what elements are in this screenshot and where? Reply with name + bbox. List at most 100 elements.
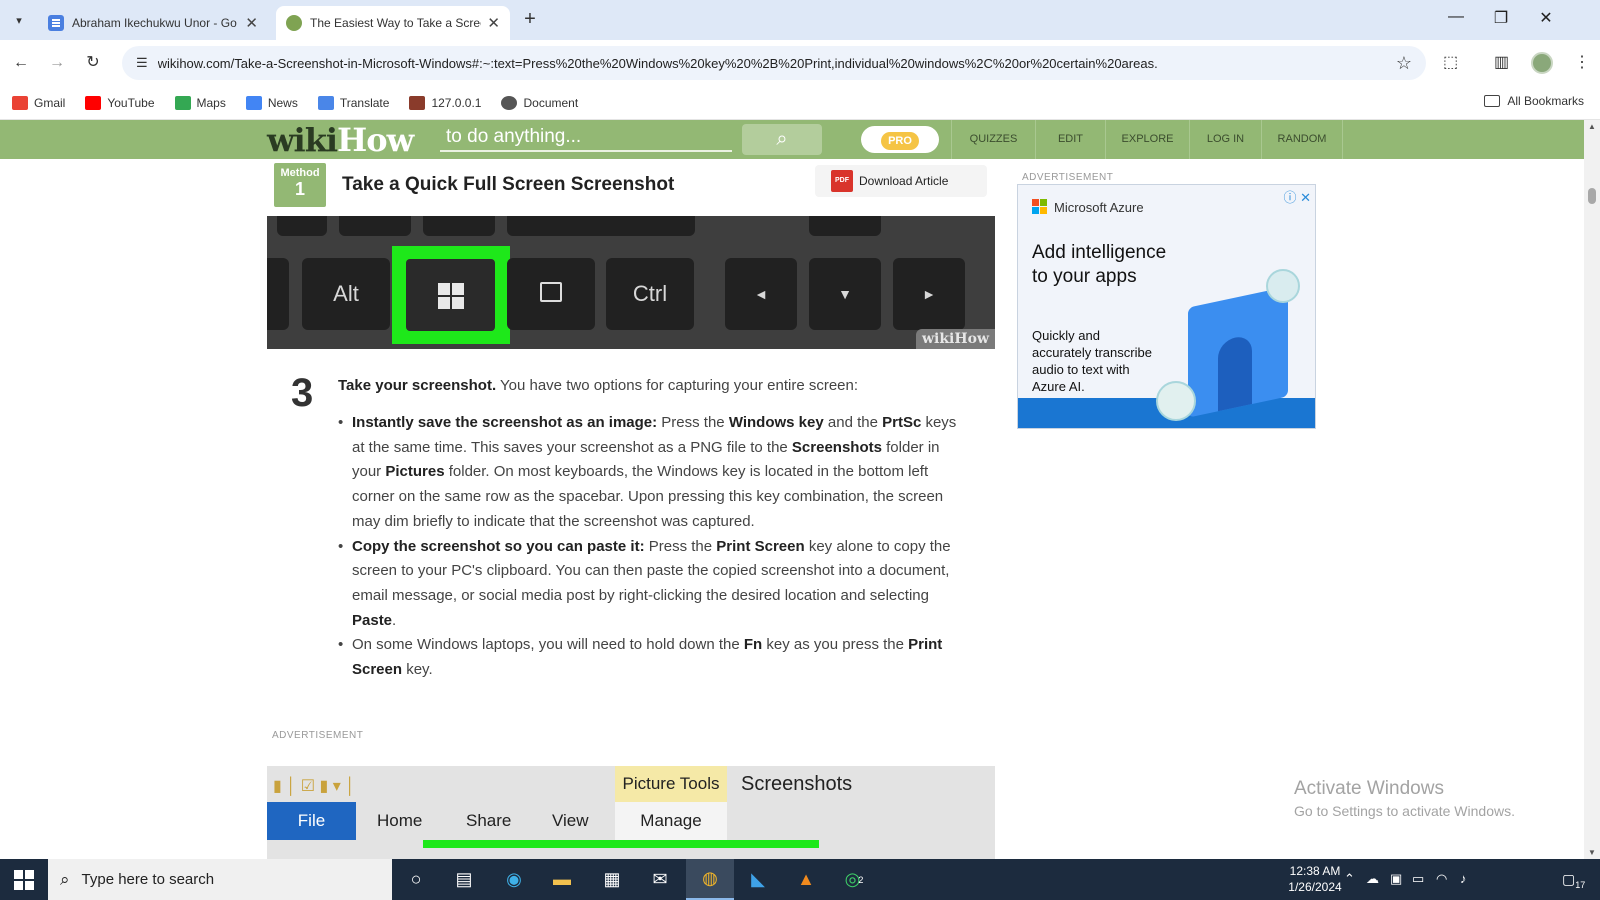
nav-edit[interactable]: EDIT bbox=[1035, 120, 1105, 159]
windows-key-highlight bbox=[392, 246, 510, 344]
taskbar-search-box[interactable]: ⌕ Type here to search bbox=[48, 859, 392, 900]
bookmark-star-icon[interactable]: ☆ bbox=[1396, 53, 1412, 74]
bookmark-translate[interactable]: Translate bbox=[317, 95, 390, 110]
minimize-icon[interactable]: — bbox=[1436, 8, 1476, 26]
scroll-thumb[interactable] bbox=[1588, 188, 1596, 204]
bookmark-label: Document bbox=[523, 95, 579, 110]
url-text[interactable]: wikihow.com/Take-a-Screenshot-in-Microso… bbox=[158, 56, 1396, 71]
wikihow-watermark: wikiHow bbox=[915, 329, 995, 349]
notifications-count: 17 bbox=[1575, 879, 1586, 890]
restore-icon[interactable]: ❐ bbox=[1481, 8, 1521, 28]
store-icon[interactable]: ▦ bbox=[588, 859, 636, 900]
wikihow-search-input[interactable]: to do anything... bbox=[440, 126, 732, 152]
all-bookmarks-label: All Bookmarks bbox=[1507, 94, 1584, 108]
tab-close-icon[interactable]: ✕ bbox=[487, 14, 500, 32]
side-panel-icon[interactable]: ▥ bbox=[1494, 52, 1509, 72]
key-top-1 bbox=[277, 216, 327, 236]
download-label: Download Article bbox=[859, 174, 949, 188]
search-icon: ⌕ bbox=[60, 869, 70, 889]
bookmark-youtube[interactable]: YouTube bbox=[85, 95, 155, 110]
profile-avatar[interactable] bbox=[1531, 52, 1553, 74]
notifications-icon[interactable]: ▢17 bbox=[1562, 871, 1585, 890]
nav-random[interactable]: RANDOM bbox=[1261, 120, 1343, 159]
picture-tools-label: Picture Tools bbox=[615, 766, 727, 802]
cortana-icon[interactable]: ○ bbox=[392, 859, 440, 900]
battery-icon[interactable]: ▭ bbox=[1412, 871, 1424, 887]
globe-icon bbox=[501, 95, 518, 110]
start-button[interactable] bbox=[14, 870, 34, 890]
bullet-bold-text: Pictures bbox=[385, 463, 445, 481]
news-icon bbox=[245, 95, 262, 110]
bullet-text: and the bbox=[823, 414, 883, 431]
tab-close-icon[interactable]: ✕ bbox=[245, 14, 258, 32]
all-bookmarks-button[interactable]: All Bookmarks bbox=[1484, 94, 1584, 108]
bullet-bold-text: Print Screen bbox=[716, 537, 805, 555]
activate-subtitle: Go to Settings to activate Windows. bbox=[1294, 803, 1515, 819]
key-windows bbox=[406, 259, 495, 331]
bullet-bold-text: Fn bbox=[743, 636, 763, 654]
activate-windows-watermark: Activate Windows Go to Settings to activ… bbox=[1294, 778, 1515, 819]
google-docs-icon bbox=[48, 15, 64, 31]
nav-quizzes[interactable]: QUIZZES bbox=[951, 120, 1035, 159]
bookmark-label: Translate bbox=[339, 95, 390, 110]
vlc-icon[interactable]: ▲ bbox=[782, 859, 830, 900]
key-arrow-right: ► bbox=[893, 258, 965, 330]
bookmark-news[interactable]: News bbox=[245, 95, 298, 110]
ad-sphere-graphic bbox=[1156, 381, 1196, 421]
new-tab-button[interactable]: + bbox=[518, 8, 542, 31]
ad-subtext: Quickly and accurately transcribe audio … bbox=[1032, 328, 1152, 394]
taskbar-clock[interactable]: 12:38 AM 1/26/2024 bbox=[1281, 863, 1349, 895]
extensions-icon[interactable]: ⬚ bbox=[1443, 52, 1458, 72]
bookmark-label: News bbox=[267, 95, 298, 110]
whatsapp-badge: 2 bbox=[858, 874, 864, 885]
download-article-button[interactable]: PDF Download Article bbox=[815, 165, 987, 197]
windows-taskbar: ⌕ Type here to search ○ ▤ ◉ ▬ ▦ ✉ ◍ ◣ ▲ … bbox=[0, 859, 1600, 900]
azure-advertisement[interactable]: Microsoft Azure ⓘ ✕ Add intelligence to … bbox=[1017, 184, 1316, 429]
bullet-bold-text: Copy the screenshot so you can paste it: bbox=[352, 537, 645, 555]
adchoices-close-icon[interactable]: ⓘ ✕ bbox=[1283, 187, 1311, 206]
forward-icon[interactable]: → bbox=[44, 50, 70, 76]
address-bar[interactable]: ☰ wikihow.com/Take-a-Screenshot-in-Micro… bbox=[122, 46, 1426, 80]
folder-icon bbox=[1484, 95, 1501, 107]
back-icon[interactable]: ← bbox=[8, 50, 34, 76]
pro-button[interactable]: PRO bbox=[861, 126, 939, 153]
bookmark-maps[interactable]: Maps bbox=[174, 95, 226, 110]
reload-icon[interactable]: ↻ bbox=[80, 50, 106, 76]
whatsapp-icon[interactable]: ◎ 2 bbox=[830, 859, 878, 900]
bookmark-document[interactable]: Document bbox=[501, 95, 579, 110]
wifi-icon[interactable]: ◠ bbox=[1436, 871, 1447, 887]
youtube-icon bbox=[85, 95, 102, 110]
task-view-icon[interactable]: ▤ bbox=[440, 859, 488, 900]
tab-title: Abraham Ikechukwu Unor - Go bbox=[72, 16, 237, 30]
key-edge bbox=[267, 258, 289, 330]
file-explorer-icon[interactable]: ▬ bbox=[538, 859, 586, 900]
vscode-icon[interactable]: ◣ bbox=[734, 859, 782, 900]
chrome-icon[interactable]: ◍ bbox=[686, 859, 734, 900]
page-scrollbar[interactable]: ▲ ▼ bbox=[1584, 120, 1600, 859]
search-icon[interactable]: ⌕ bbox=[742, 124, 822, 155]
microsoft-logo-icon bbox=[1032, 199, 1048, 215]
wikihow-logo[interactable]: wikiHow bbox=[267, 121, 414, 159]
tab-search-chevron-icon[interactable]: ▾ bbox=[8, 9, 30, 31]
pro-label: PRO bbox=[881, 132, 919, 150]
site-info-icon[interactable]: ☰ bbox=[136, 55, 148, 71]
tab-wikihow[interactable]: The Easiest Way to Take a Scree ✕ bbox=[276, 6, 510, 40]
volume-icon[interactable]: ♪ bbox=[1460, 871, 1467, 886]
chrome-menu-icon[interactable]: ⋮ bbox=[1574, 52, 1590, 72]
close-window-icon[interactable]: ✕ bbox=[1526, 8, 1566, 28]
security-icon[interactable]: ▣ bbox=[1390, 871, 1402, 887]
logo-wiki: wiki bbox=[267, 121, 338, 159]
scroll-up-icon[interactable]: ▲ bbox=[1588, 122, 1596, 131]
scroll-down-icon[interactable]: ▼ bbox=[1588, 848, 1596, 857]
edge-icon[interactable]: ◉ bbox=[490, 859, 538, 900]
key-top-shift bbox=[507, 216, 695, 236]
method-title: Take a Quick Full Screen Screenshot bbox=[342, 174, 675, 195]
mail-icon[interactable]: ✉ bbox=[636, 859, 684, 900]
tab-google-docs[interactable]: Abraham Ikechukwu Unor - Go ✕ bbox=[38, 6, 268, 40]
bookmark-localhost[interactable]: 127.0.0.1 bbox=[409, 95, 481, 110]
onedrive-icon[interactable]: ☁ bbox=[1366, 871, 1379, 887]
nav-login[interactable]: LOG IN bbox=[1189, 120, 1261, 159]
bookmark-gmail[interactable]: Gmail bbox=[12, 95, 65, 110]
nav-explore[interactable]: EXPLORE bbox=[1105, 120, 1189, 159]
method-badge: Method 1 bbox=[274, 163, 326, 207]
